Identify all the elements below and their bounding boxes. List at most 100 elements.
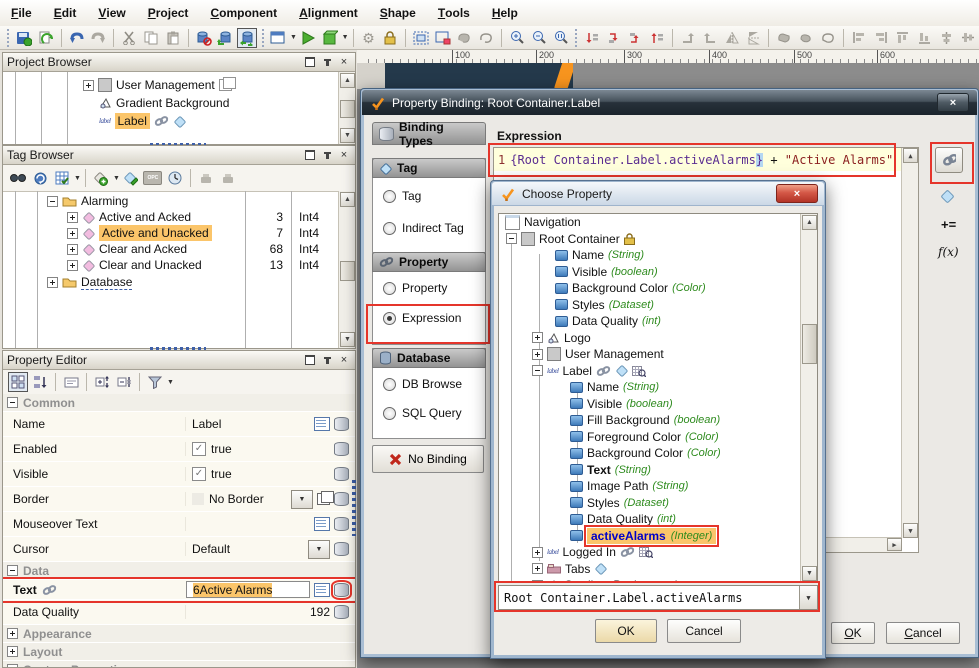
dock-splitter-handle[interactable] [352, 480, 356, 536]
add-tag-dropdown-icon[interactable]: ▼ [113, 175, 120, 182]
collapse-icon[interactable] [7, 397, 18, 408]
scroll-right-icon[interactable]: ▶ [887, 538, 902, 551]
radio-icon[interactable] [383, 190, 396, 203]
filter-dropdown-icon[interactable]: ▼ [167, 379, 174, 386]
add-tag-icon[interactable] [91, 168, 111, 188]
checkbox-checked-icon[interactable] [192, 442, 206, 456]
tag-row[interactable]: Clear and Unacked 13 Int4 [3, 257, 338, 273]
collapse-icon[interactable] [7, 664, 18, 667]
radio-property[interactable]: Property [383, 281, 447, 295]
tree-node-tabs[interactable]: Tabs [499, 561, 817, 578]
insert-function-icon[interactable]: f(x) [938, 245, 959, 259]
tree-node-active-alarms-selected[interactable]: activeAlarms (Integer) [499, 528, 817, 545]
bring-to-front-icon[interactable] [647, 28, 667, 48]
window-icon[interactable] [268, 28, 288, 48]
cut-icon[interactable] [119, 28, 139, 48]
ok-button[interactable]: OK [831, 622, 875, 644]
pin-icon[interactable] [320, 149, 334, 162]
close-icon[interactable]: × [337, 149, 351, 162]
radio-tag[interactable]: Tag [383, 189, 421, 203]
binding-icon[interactable] [334, 605, 349, 619]
expression-line[interactable]: 1 {Root Container.Label.activeAlarms} + … [494, 148, 901, 171]
subtract-icon[interactable] [818, 28, 838, 48]
section-common[interactable]: Common [3, 394, 355, 412]
tree-node-navigation[interactable]: Navigation [499, 214, 817, 231]
expand-icon[interactable] [7, 628, 18, 639]
tree-item-user-management[interactable]: User Management [83, 77, 232, 93]
cancel-button[interactable]: Cancel [886, 622, 960, 644]
binding-icon-highlighted[interactable] [334, 583, 349, 597]
cancel-button[interactable]: Cancel [667, 619, 741, 643]
grid-dropdown-icon[interactable]: ▼ [74, 175, 81, 182]
tree-node-property[interactable]: Image Path(String) [499, 478, 817, 495]
float-icon[interactable] [303, 56, 317, 69]
export-tags-icon[interactable] [218, 168, 238, 188]
editor-vscrollbar[interactable]: ▲ ▼ [901, 148, 918, 538]
dropdown-icon[interactable]: ▼ [308, 540, 330, 559]
property-row-visible[interactable]: Visible true [3, 462, 355, 487]
tree-node-user-management[interactable]: User Management [499, 346, 817, 363]
lasso-icon[interactable] [455, 28, 475, 48]
collapse-icon[interactable] [47, 196, 58, 207]
flip-vertical-icon[interactable] [744, 28, 764, 48]
menu-file[interactable]: File [0, 0, 43, 26]
binding-icon[interactable] [334, 417, 349, 431]
expand-icon[interactable] [67, 212, 78, 223]
center-vertical-icon[interactable] [958, 28, 978, 48]
scroll-down-icon[interactable]: ▼ [903, 523, 918, 538]
border-editor-icon[interactable] [317, 493, 330, 505]
scrollbar[interactable]: ▲ ▼ [338, 191, 355, 348]
section-appearance[interactable]: Appearance [3, 625, 355, 643]
expand-all-icon[interactable] [92, 372, 112, 392]
tree-scrollbar[interactable]: ▲ ▼ [800, 214, 817, 582]
collapse-icon[interactable] [532, 365, 543, 376]
float-icon[interactable] [303, 354, 317, 367]
tree-node-property[interactable]: Foreground Color(Color) [499, 429, 817, 446]
property-row-border[interactable]: Border No Border ▼ [3, 487, 355, 512]
play-icon[interactable] [298, 28, 318, 48]
edit-tag-icon[interactable] [121, 168, 141, 188]
collapse-icon[interactable] [506, 233, 517, 244]
radio-sql-query[interactable]: SQL Query [383, 406, 462, 420]
tree-node-property[interactable]: Fill Background(boolean) [499, 412, 817, 429]
tree-node-property[interactable]: Visible(boolean) [499, 396, 817, 413]
close-icon[interactable]: × [337, 56, 351, 69]
tree-node-gradient-background[interactable]: Gradient Background [499, 577, 817, 583]
expand-icon[interactable] [532, 332, 543, 343]
expand-icon[interactable] [532, 580, 543, 583]
expand-icon[interactable] [83, 80, 94, 91]
tree-node-property[interactable]: Data Quality(int) [499, 511, 817, 528]
binding-icon[interactable] [334, 442, 349, 456]
scroll-down-icon[interactable]: ▼ [340, 332, 355, 347]
no-binding-button[interactable]: No Binding [372, 445, 484, 473]
tree-node-property[interactable]: Name(String) [499, 247, 817, 264]
radio-icon[interactable] [383, 282, 396, 295]
db-sync-icon[interactable] [237, 28, 257, 48]
toolbar-grip[interactable] [574, 29, 579, 47]
menu-help[interactable]: Help [481, 0, 529, 26]
combo-dropdown-icon[interactable]: ▼ [799, 586, 817, 609]
bring-forward-icon[interactable] [626, 28, 646, 48]
choose-property-titlebar[interactable]: Choose Property × [492, 182, 824, 206]
radio-indirect-tag[interactable]: Indirect Tag [383, 221, 464, 235]
center-horizontal-icon[interactable] [936, 28, 956, 48]
ok-button[interactable]: OK [595, 619, 657, 643]
close-icon[interactable]: × [937, 93, 969, 112]
tag-grid-icon[interactable] [52, 168, 72, 188]
tree-node-property[interactable]: Name(String) [499, 379, 817, 396]
edit-text-icon[interactable] [314, 417, 330, 431]
tag-folder-database[interactable]: Database [47, 274, 132, 290]
scroll-thumb[interactable] [802, 324, 817, 364]
scroll-up-icon[interactable]: ▲ [340, 192, 355, 207]
gears-icon[interactable]: ⚙ [359, 28, 379, 48]
checkbox-checked-icon[interactable] [192, 467, 206, 481]
property-row-name[interactable]: Name Label [3, 412, 355, 437]
radio-icon[interactable] [383, 378, 396, 391]
menu-edit[interactable]: Edit [43, 0, 88, 26]
menu-alignment[interactable]: Alignment [288, 0, 369, 26]
tree-node-property[interactable]: Styles(Dataset) [499, 297, 817, 314]
dropdown-icon[interactable]: ▼ [291, 490, 313, 509]
lock-edit-icon[interactable] [380, 28, 400, 48]
edit-text-icon[interactable] [314, 583, 330, 597]
refresh-project-icon[interactable] [36, 28, 56, 48]
